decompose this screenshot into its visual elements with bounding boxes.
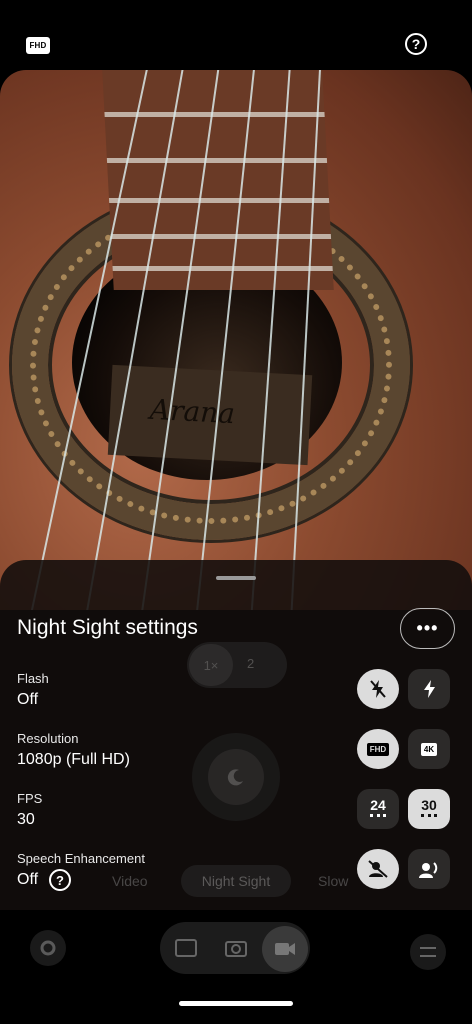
flash-icon	[424, 680, 435, 698]
fps-30-option[interactable]: 30	[408, 789, 450, 829]
speech-enhancement-off-option[interactable]	[357, 849, 399, 889]
fret	[110, 234, 332, 239]
zoom-2x-option[interactable]: 2	[247, 656, 254, 671]
resolution-value: 1080p (Full HD)	[17, 751, 130, 768]
zoom-1x-option[interactable]: 1×	[189, 644, 233, 686]
fret	[108, 198, 330, 203]
video-svg	[275, 943, 295, 955]
camera-viewfinder[interactable]: Arana	[0, 70, 472, 610]
speech-enhancement-label: Speech Enhancement	[17, 851, 145, 866]
speech-help-glyph: ?	[56, 872, 64, 888]
resolution-label: Resolution	[17, 731, 79, 746]
speech-off-icon	[368, 860, 388, 878]
video-mode-icon[interactable]	[262, 926, 308, 972]
moon-svg	[227, 769, 243, 786]
fps-value: 30	[17, 811, 35, 828]
resolution-4k-option[interactable]: 4K	[408, 729, 450, 769]
speech-on-icon	[419, 862, 438, 878]
fps-label: FPS	[17, 791, 43, 806]
adjustments-icon[interactable]	[410, 934, 446, 970]
photo-mode-icon[interactable]	[172, 934, 200, 962]
flash-label: Flash	[17, 671, 49, 686]
flash-on-option[interactable]	[408, 669, 450, 709]
camera-svg	[225, 941, 247, 957]
4k-chip: 4K	[420, 742, 438, 756]
home-indicator[interactable]	[179, 1001, 293, 1006]
settings-gear-icon[interactable]	[30, 930, 66, 966]
shutter-button[interactable]	[192, 733, 280, 821]
mode-video[interactable]: Video	[112, 873, 148, 889]
more-options-button[interactable]: •••	[400, 608, 455, 649]
gear-icon-svg	[40, 940, 56, 956]
flash-off-icon	[370, 680, 386, 698]
resolution-badge-label: FHD	[29, 41, 47, 50]
speech-enhancement-value: Off	[17, 871, 39, 888]
flash-value: Off	[17, 691, 39, 708]
fret	[106, 158, 328, 163]
fps-24-option[interactable]: 24	[357, 789, 399, 829]
photo-mode-svg	[175, 939, 197, 957]
mode-night-sight[interactable]: Night Sight	[181, 865, 291, 897]
speech-enhancement-on-option[interactable]	[408, 849, 450, 889]
camera-icon[interactable]	[222, 934, 250, 962]
night-sight-settings-sheet: 1× 2 Video Night Sight Slow Night Sight …	[0, 560, 472, 910]
flash-off-option[interactable]	[357, 669, 399, 709]
night-sight-moon-icon	[208, 749, 264, 805]
more-options-glyph: •••	[416, 618, 439, 638]
fps-24-icon	[370, 813, 386, 820]
adjustments-svg	[420, 947, 436, 957]
resolution-fhd-option[interactable]: FHD	[357, 729, 399, 769]
sheet-title: Night Sight settings	[17, 616, 198, 639]
fhd-chip: FHD	[366, 742, 390, 756]
zoom-selector[interactable]: 1× 2	[187, 642, 287, 688]
help-icon-glyph: ?	[411, 36, 421, 52]
mode-slow[interactable]: Slow	[318, 873, 348, 889]
fps-30-icon	[421, 813, 437, 820]
resolution-badge[interactable]: FHD	[26, 37, 50, 54]
guitar-fretboard	[102, 70, 334, 290]
fps-24-label: 24	[370, 796, 386, 813]
speech-help-icon[interactable]: ?	[49, 869, 71, 891]
drag-handle[interactable]	[216, 576, 256, 580]
fps-30-label: 30	[421, 796, 437, 813]
guitar-label-text: Arana	[149, 392, 236, 431]
help-icon[interactable]: ?	[405, 33, 427, 55]
